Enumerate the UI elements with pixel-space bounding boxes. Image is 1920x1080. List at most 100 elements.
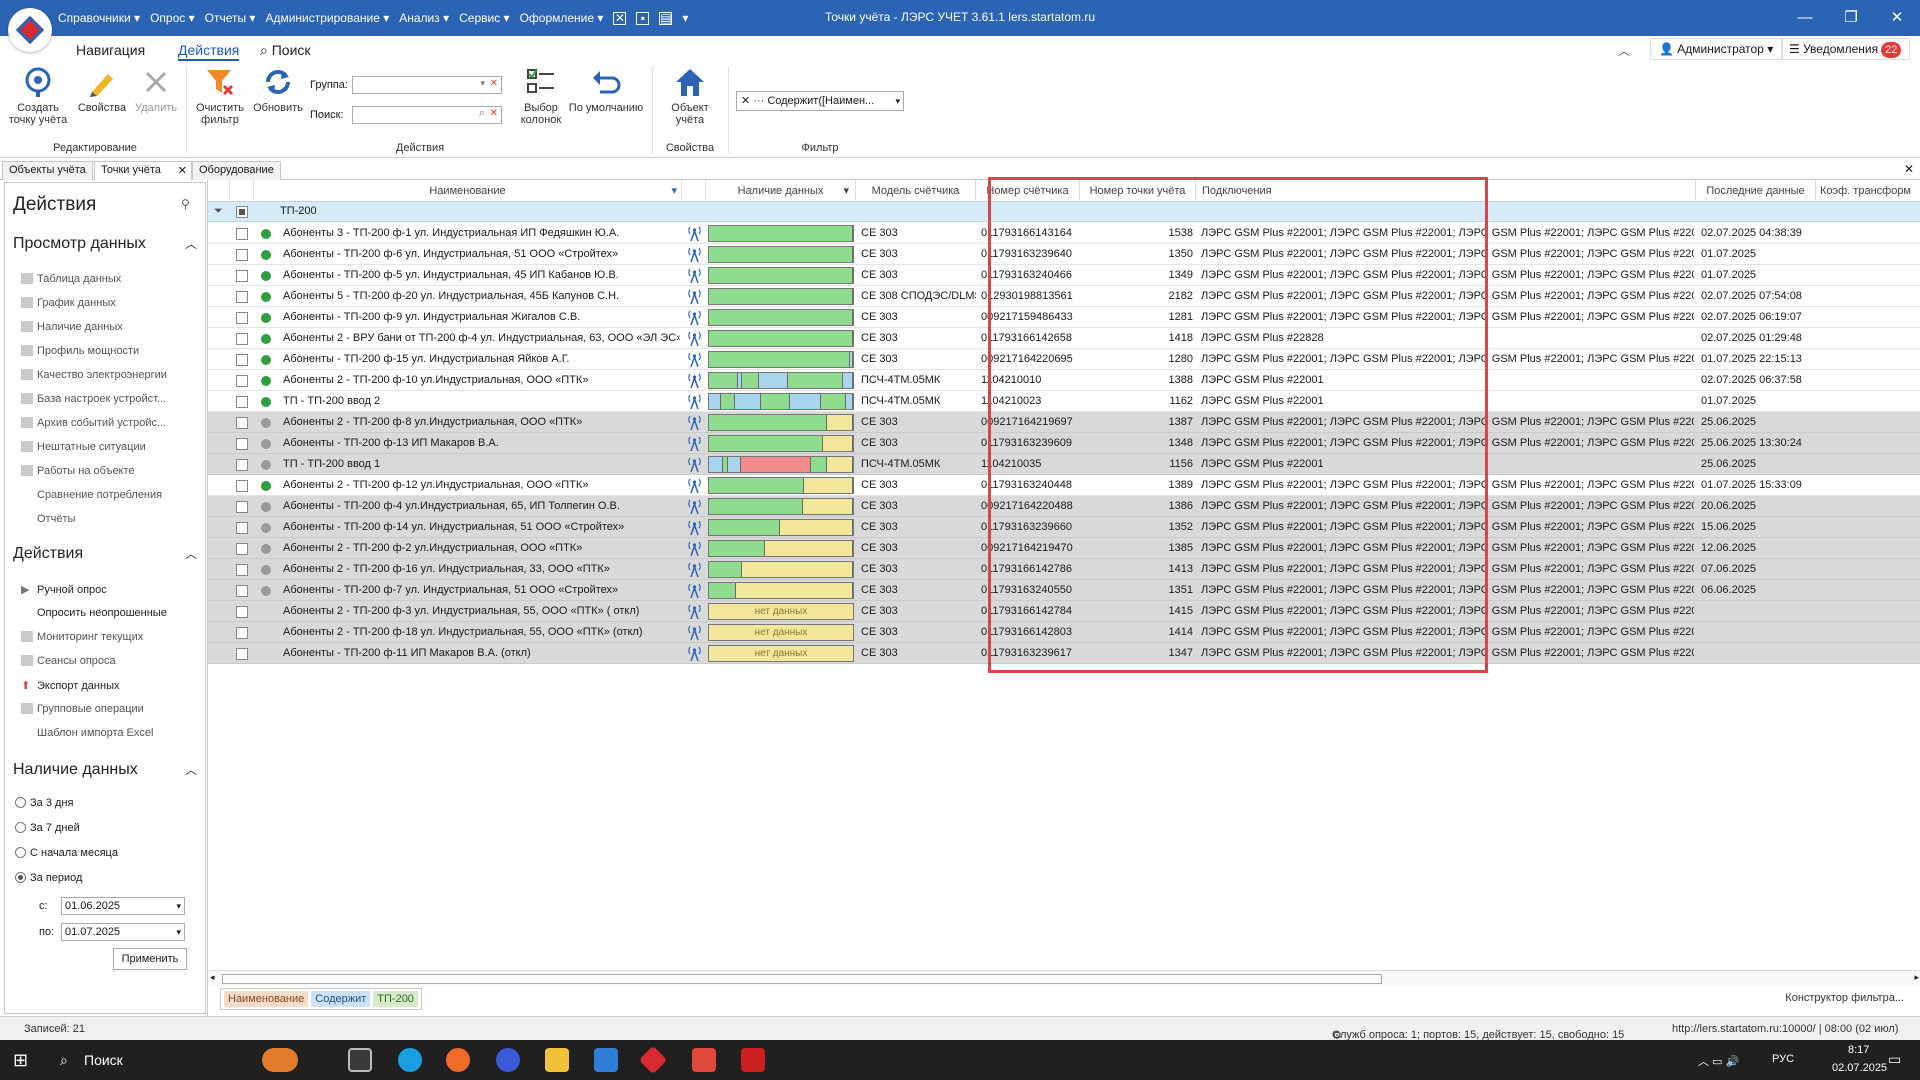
notifications-button[interactable]: ☰ Уведомления 22 (1782, 38, 1910, 60)
pin-icon[interactable]: ⚲ (181, 197, 190, 211)
section-actions[interactable]: Действия ︿ (13, 545, 197, 563)
firefox-icon[interactable] (446, 1048, 470, 1072)
table-row[interactable]: Абоненты 2 - ТП-200 ф-8 ул.Индустриальна… (208, 412, 1920, 433)
table-row[interactable]: Абоненты - ТП-200 ф-9 ул. Индустриальная… (208, 307, 1920, 328)
table-row[interactable]: Абоненты 2 - ТП-200 ф-10 ул.Индустриальн… (208, 370, 1920, 391)
date-to-input[interactable]: 01.07.2025 ▾ (61, 923, 185, 941)
doc-tab-points[interactable]: Точки учёта ✕ (94, 161, 192, 180)
row-checkbox[interactable] (236, 501, 248, 513)
default-button[interactable]: По умолчанию (568, 66, 644, 114)
row-checkbox[interactable] (236, 417, 248, 429)
table-row[interactable]: ТП - ТП-200 ввод 2 ПСЧ-4ТМ.05МК 1104210023… (208, 391, 1920, 412)
search-icon[interactable]: ⌕ (479, 107, 485, 120)
table-row[interactable]: Абоненты - ТП-200 ф-4 ул.Индустриальная,… (208, 496, 1920, 517)
lers-app-icon[interactable] (638, 1045, 668, 1075)
header-model[interactable]: Модель счётчика (856, 180, 976, 202)
row-checkbox[interactable] (236, 648, 248, 660)
item-event-archive[interactable]: Архив событий устройс... (21, 417, 166, 429)
radio-7-days[interactable]: За 7 дней (15, 822, 80, 834)
quick-access-expand-icon[interactable]: ✕ (613, 11, 627, 25)
apply-button[interactable]: Применить (113, 948, 187, 970)
maximize-icon[interactable]: ❐ (1828, 0, 1874, 36)
row-checkbox[interactable] (236, 543, 248, 555)
table-row[interactable]: Абоненты - ТП-200 ф-13 ИП Макаров В.А. CE… (208, 433, 1920, 454)
item-poll-sessions[interactable]: Сеансы опроса (21, 655, 116, 667)
item-power-profile[interactable]: Профиль мощности (21, 345, 139, 357)
menu-directories[interactable]: Справочники ▾ (58, 11, 140, 25)
filter-constructor-link[interactable]: Конструктор фильтра... (1785, 992, 1904, 1004)
row-checkbox[interactable] (236, 228, 248, 240)
filter-panel[interactable]: Наименование Содержит ТП-200 (220, 988, 422, 1010)
header-last-data[interactable]: Последние данные (1696, 180, 1816, 202)
close-all-icon[interactable]: ✕ (1904, 162, 1914, 176)
header-serial[interactable]: Номер счётчика (976, 180, 1080, 202)
menu-reports[interactable]: Отчеты ▾ (205, 11, 256, 25)
close-icon[interactable]: ✕ (1874, 0, 1920, 36)
chip-value[interactable]: ТП-200 (373, 991, 418, 1007)
row-checkbox[interactable] (236, 459, 248, 471)
quick-access-more-icon[interactable]: ▾ (682, 11, 688, 25)
row-checkbox[interactable] (236, 564, 248, 576)
auto-filter-row[interactable]: ⏷ ТП-200 (208, 202, 1920, 222)
group-select[interactable]: ▾ ✕ (352, 76, 502, 94)
tray-icons[interactable]: ︿ ▭ 🔊 (1698, 1053, 1739, 1069)
menu-analysis[interactable]: Анализ ▾ (399, 11, 449, 25)
table-row[interactable]: Абоненты 2 - ТП-200 ф-12 ул.Индустриальн… (208, 475, 1920, 496)
header-select[interactable] (230, 180, 254, 202)
clear-filter-button[interactable]: Очистить фильтр (192, 66, 248, 126)
item-monitoring[interactable]: Мониторинг текущих (21, 631, 143, 643)
doc-tab-equipment[interactable]: Оборудование (192, 161, 281, 180)
tab-actions[interactable]: Действия (178, 42, 240, 61)
create-point-button[interactable]: Создать точку учёта (6, 66, 70, 126)
row-checkbox[interactable] (236, 396, 248, 408)
table-row[interactable]: Абоненты 2 - ВРУ бани от ТП-200 ф-4 ул. … (208, 328, 1920, 349)
menu-polling[interactable]: Опрос ▾ (150, 11, 195, 25)
scroll-left-icon[interactable]: ◂ (210, 972, 215, 983)
row-checkbox[interactable] (236, 312, 248, 324)
header-point-number[interactable]: Номер точки учёта (1080, 180, 1196, 202)
table-row[interactable]: Абоненты 2 - ТП-200 ф-3 ул. Индустриальн… (208, 601, 1920, 622)
table-row[interactable]: ТП - ТП-200 ввод 1 ПСЧ-4ТМ.05МК 1104210035… (208, 454, 1920, 475)
radio-period[interactable]: За период (15, 872, 82, 884)
item-export[interactable]: ⬆ Экспорт данных (21, 679, 119, 692)
item-consumption-compare[interactable]: Сравнение потребления (37, 489, 162, 501)
section-view-data[interactable]: Просмотр данных ︿ (13, 235, 197, 253)
radio-month-start[interactable]: С начала месяца (15, 847, 118, 859)
explorer-icon[interactable] (545, 1048, 569, 1072)
row-checkbox[interactable] (236, 606, 248, 618)
clock-time[interactable]: 8:17 (1848, 1044, 1869, 1056)
table-row[interactable]: Абоненты 2 - ТП-200 ф-16 ул. Индустриаль… (208, 559, 1920, 580)
minimize-icon[interactable]: — (1782, 0, 1828, 36)
row-checkbox[interactable] (236, 522, 248, 534)
header-connections[interactable]: Подключения (1196, 180, 1696, 202)
section-availability[interactable]: Наличие данных ︿ (13, 761, 197, 779)
item-data-chart[interactable]: График данных (21, 297, 116, 309)
item-reports[interactable]: Отчёты (37, 513, 75, 525)
table-row[interactable]: Абоненты - ТП-200 ф-6 ул. Индустриальная… (208, 244, 1920, 265)
sort-icon[interactable]: ▾ (843, 180, 849, 202)
pdf-reader-icon[interactable] (741, 1048, 765, 1072)
dropdown-icon[interactable]: ▾ (480, 78, 485, 89)
dropdown-icon[interactable]: ▾ (176, 924, 181, 940)
row-checkbox[interactable] (236, 375, 248, 387)
store-icon[interactable] (594, 1048, 618, 1072)
row-checkbox[interactable] (236, 354, 248, 366)
taskbar-search[interactable]: ⌕ Поиск (48, 1044, 246, 1076)
chip-field[interactable]: Наименование (224, 991, 309, 1007)
windows-start-icon[interactable]: ⊞ (13, 1050, 28, 1071)
yandex-icon[interactable] (496, 1048, 520, 1072)
item-manual-poll[interactable]: ▶ Ручной опрос (21, 583, 107, 596)
row-checkbox[interactable] (236, 438, 248, 450)
tab-navigation[interactable]: Навигация (76, 42, 145, 58)
user-menu[interactable]: 👤 Администратор ▾ (1650, 38, 1783, 60)
row-checkbox[interactable] (236, 333, 248, 345)
row-checkbox[interactable] (236, 480, 248, 492)
close-tab-icon[interactable]: ✕ (178, 164, 187, 177)
choose-columns-button[interactable]: Выбор колонок (514, 66, 568, 126)
header-name[interactable]: Наименование ▾ (254, 180, 682, 202)
table-row[interactable]: Абоненты - ТП-200 ф-15 ул. Индустриальна… (208, 349, 1920, 370)
clock-date[interactable]: 02.07.2025 (1832, 1062, 1887, 1074)
app-logo[interactable] (8, 8, 52, 52)
anydesk-icon[interactable] (692, 1048, 716, 1072)
item-group-operations[interactable]: Групповые операции (21, 703, 144, 715)
